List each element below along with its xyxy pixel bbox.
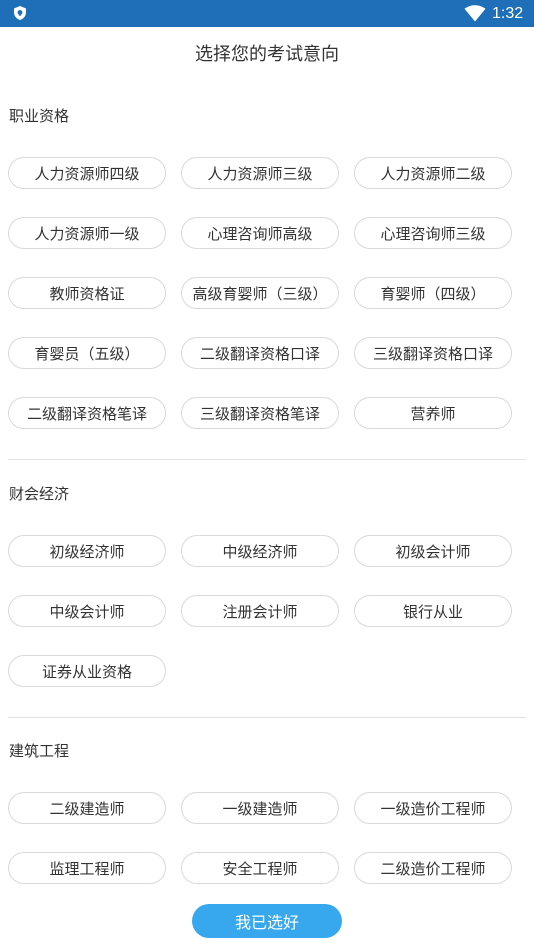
option-chip[interactable]: 三级翻译资格笔译 xyxy=(181,397,339,429)
section-title: 职业资格 xyxy=(9,107,70,125)
option-chip[interactable]: 人力资源师三级 xyxy=(181,157,339,189)
option-chip[interactable]: 中级经济师 xyxy=(181,535,339,567)
option-chip[interactable]: 心理咨询师高级 xyxy=(181,217,339,249)
option-chip[interactable]: 人力资源师二级 xyxy=(354,157,512,189)
option-chip[interactable]: 二级翻译资格口译 xyxy=(181,337,339,369)
option-chip[interactable]: 初级会计师 xyxy=(354,535,512,567)
shield-icon xyxy=(14,6,26,20)
section-title: 财会经济 xyxy=(9,485,70,503)
page-title: 选择您的考试意向 xyxy=(195,44,339,65)
option-chip[interactable]: 二级建造师 xyxy=(8,792,166,824)
section-divider xyxy=(8,459,526,460)
option-chip[interactable]: 证券从业资格 xyxy=(8,655,166,687)
wifi-icon xyxy=(464,5,486,22)
option-chip[interactable]: 三级翻译资格口译 xyxy=(354,337,512,369)
option-chip[interactable]: 育婴员（五级） xyxy=(8,337,166,369)
option-chip[interactable]: 心理咨询师三级 xyxy=(354,217,512,249)
section-construction-engineering: 建筑工程 二级建造师 一级建造师 一级造价工程师 监理工程师 安全工程师 二级造… xyxy=(0,740,534,890)
option-chip[interactable]: 营养师 xyxy=(354,397,512,429)
section-finance-economics: 财会经济 初级经济师 中级经济师 初级会计师 中级会计师 注册会计师 银行从业 … xyxy=(0,483,534,713)
option-chip[interactable]: 初级经济师 xyxy=(8,535,166,567)
option-chip[interactable]: 安全工程师 xyxy=(181,852,339,884)
option-chip[interactable]: 银行从业 xyxy=(354,595,512,627)
section-professional-qualification: 职业资格 人力资源师四级 人力资源师三级 人力资源师二级 人力资源师一级 心理咨… xyxy=(0,105,534,460)
option-chip[interactable]: 中级会计师 xyxy=(8,595,166,627)
option-chip[interactable]: 注册会计师 xyxy=(181,595,339,627)
option-chip[interactable]: 人力资源师四级 xyxy=(8,157,166,189)
option-chip[interactable]: 监理工程师 xyxy=(8,852,166,884)
option-chip[interactable]: 二级造价工程师 xyxy=(354,852,512,884)
confirm-button[interactable]: 我已选好 xyxy=(192,904,342,938)
option-chip[interactable]: 二级翻译资格笔译 xyxy=(8,397,166,429)
option-chip[interactable]: 人力资源师一级 xyxy=(8,217,166,249)
option-chip[interactable]: 一级建造师 xyxy=(181,792,339,824)
status-bar: 1:32 xyxy=(0,0,534,27)
section-title: 建筑工程 xyxy=(9,742,70,760)
option-chip[interactable]: 一级造价工程师 xyxy=(354,792,512,824)
status-time: 1:32 xyxy=(492,5,524,22)
section-divider xyxy=(8,717,526,718)
option-chip[interactable]: 教师资格证 xyxy=(8,277,166,309)
option-chip[interactable]: 育婴师（四级） xyxy=(354,277,512,309)
option-chip[interactable]: 高级育婴师（三级） xyxy=(181,277,339,309)
